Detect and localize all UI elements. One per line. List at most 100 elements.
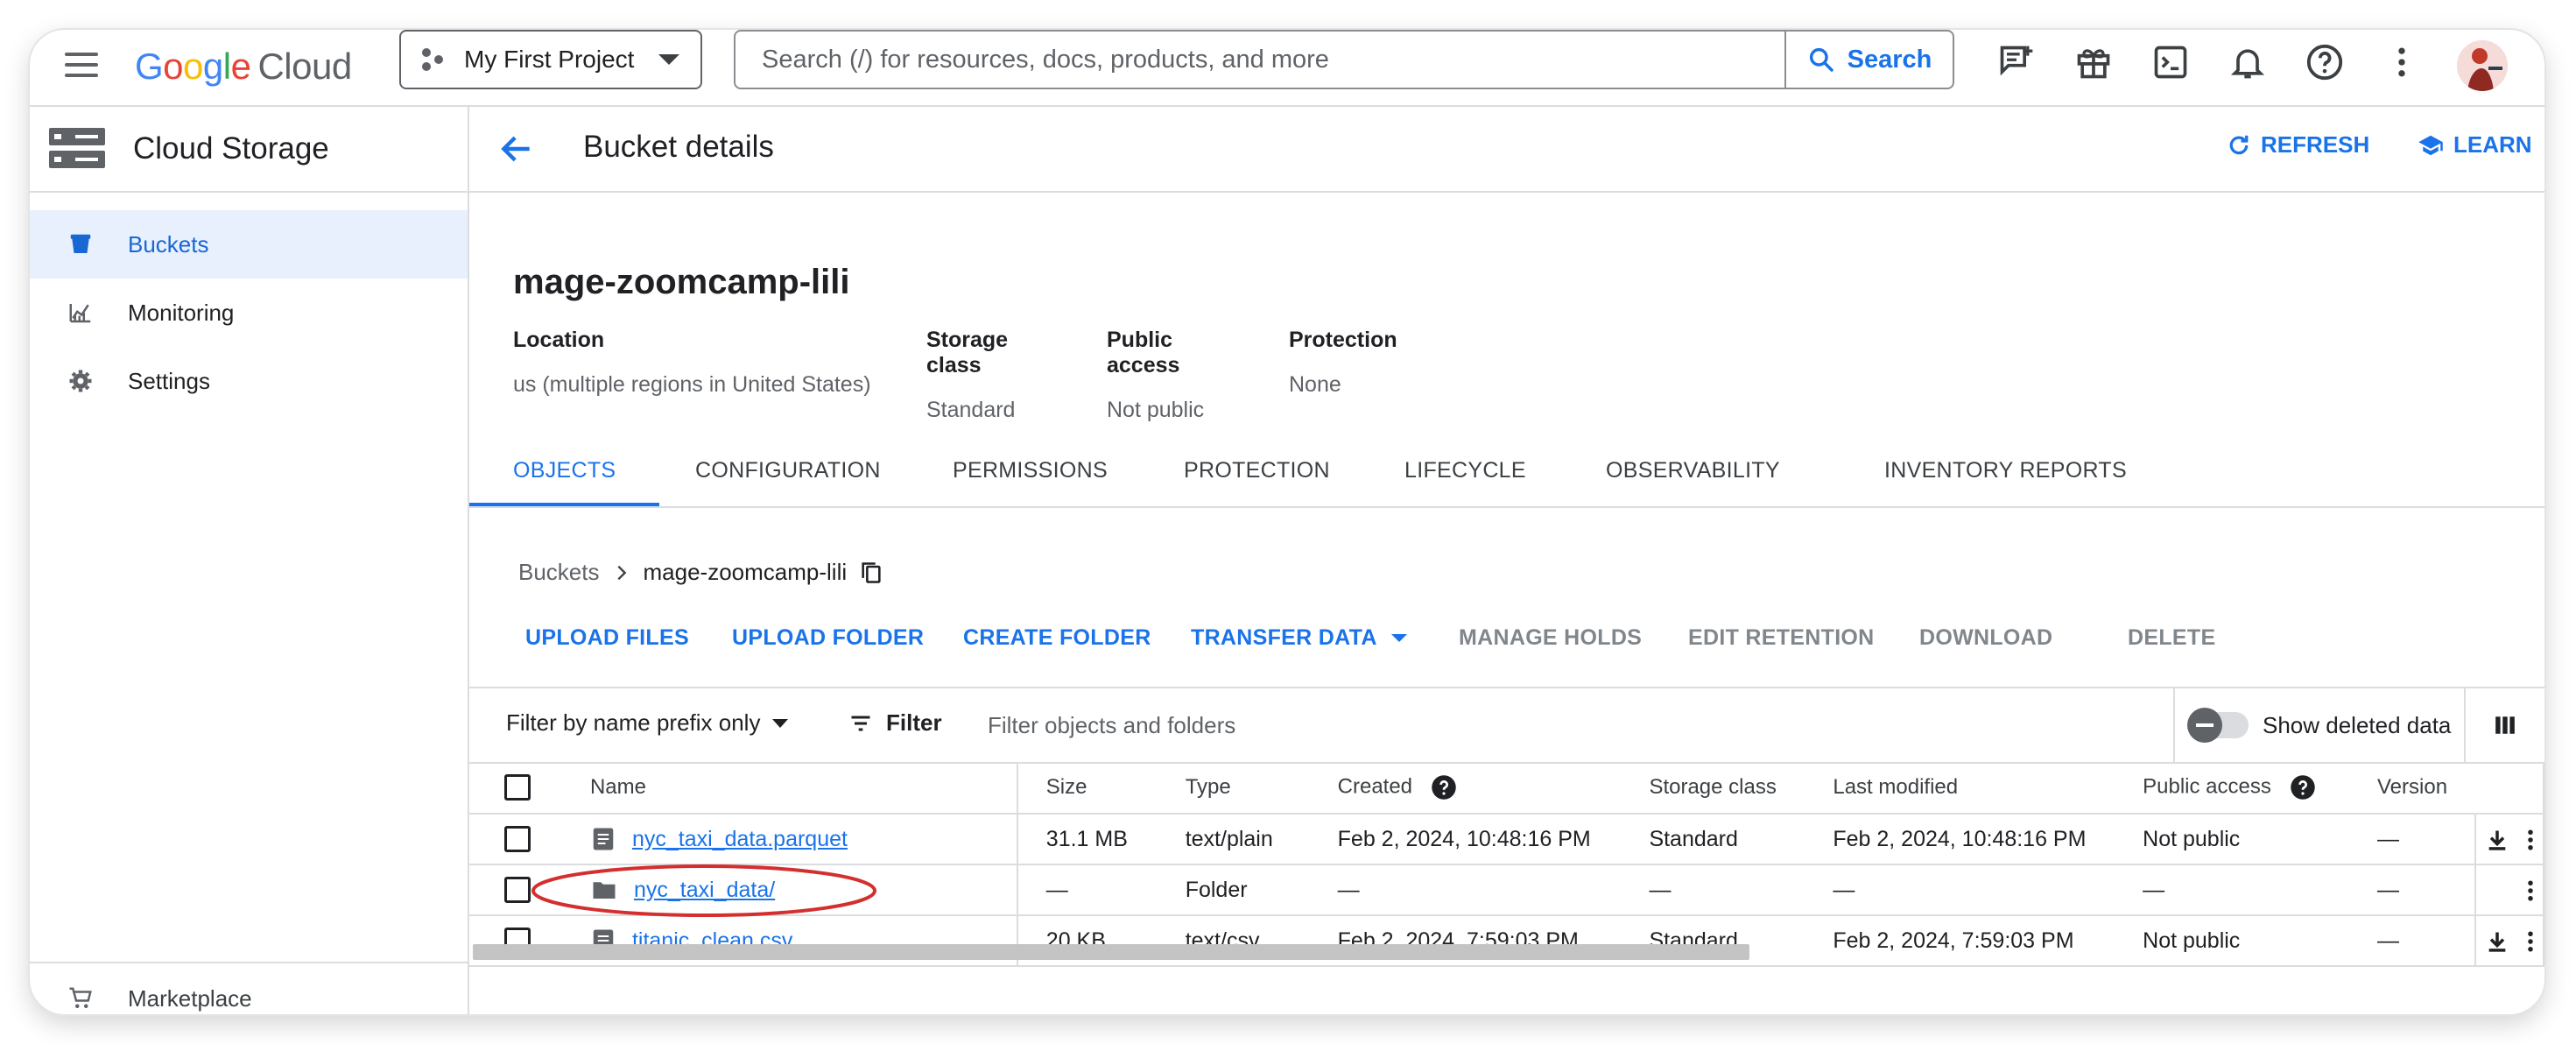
column-header-size[interactable]: Size — [1018, 775, 1087, 799]
filter-mode-label: Filter by name prefix only — [506, 709, 761, 736]
row-actions — [2476, 916, 2544, 967]
sidebar-item-marketplace[interactable]: Marketplace — [30, 962, 468, 1014]
search-icon — [1809, 47, 1833, 72]
search-button-label: Search — [1847, 45, 1932, 74]
sidebar-item-settings[interactable]: Settings — [30, 347, 468, 415]
gift-icon[interactable] — [2068, 37, 2119, 88]
filter-icon — [851, 715, 870, 731]
browser-window: Google Cloud My First Project Search (/)… — [30, 30, 2544, 1014]
horizontal-scrollbar[interactable] — [473, 944, 1749, 960]
search-button[interactable]: Search — [1784, 32, 1953, 88]
filter-bar: Filter by name prefix only Filter Show d… — [469, 687, 2544, 764]
tab-protection[interactable]: PROTECTION — [1184, 436, 1330, 504]
more-vert-icon[interactable] — [2376, 37, 2427, 88]
refresh-label: REFRESH — [2261, 131, 2370, 158]
help-icon[interactable] — [2290, 774, 2316, 801]
tab-configuration[interactable]: CONFIGURATION — [695, 436, 881, 504]
column-header-created[interactable]: Created — [1338, 774, 1412, 798]
cell-public-access: Not public — [2143, 814, 2377, 865]
logo-letter: o — [163, 46, 184, 87]
download-icon[interactable] — [2485, 928, 2509, 955]
logo-letter: l — [222, 46, 231, 87]
table-row: nyc_taxi_data.parquet 31.1 MB text/plain… — [469, 814, 2544, 865]
property-protection: Protection None — [1289, 328, 1397, 423]
download-button[interactable]: DOWNLOAD — [1919, 625, 2052, 651]
row-checkbox[interactable] — [504, 877, 531, 903]
file-icon — [593, 828, 614, 850]
terminal-icon[interactable] — [2145, 37, 2196, 88]
row-actions — [2476, 815, 2544, 865]
cell-size: — — [1045, 877, 1068, 902]
tab-objects[interactable]: OBJECTS — [468, 436, 660, 506]
main-menu-button[interactable] — [65, 53, 100, 81]
sidebar-item-monitoring[interactable]: Monitoring — [30, 279, 468, 347]
column-header-type[interactable]: Type — [1186, 775, 1231, 799]
select-all-checkbox[interactable] — [504, 774, 531, 801]
account-avatar[interactable] — [2457, 40, 2508, 91]
cell-type: Folder — [1185, 864, 1338, 916]
feedback-icon[interactable] — [1991, 37, 2042, 88]
actions-toolbar: UPLOAD FILES UPLOAD FOLDER CREATE FOLDER… — [469, 615, 2544, 676]
upload-files-button[interactable]: UPLOAD FILES — [525, 625, 689, 651]
annotation-ellipse — [531, 864, 876, 917]
learn-button[interactable]: LEARN — [2417, 131, 2532, 159]
main-content: Bucket details REFRESH LEARN mage-zoomca… — [468, 107, 2544, 1014]
cell-created: — — [1337, 864, 1650, 916]
edit-retention-button[interactable]: EDIT RETENTION — [1688, 625, 1875, 651]
property-value: Standard — [926, 398, 1016, 422]
copy-icon[interactable] — [859, 560, 883, 586]
more-vert-icon[interactable] — [2522, 878, 2539, 904]
help-icon[interactable] — [2299, 37, 2350, 88]
column-display-button[interactable] — [2464, 688, 2544, 762]
logo-letter: e — [230, 46, 251, 87]
column-header-public-access[interactable]: Public access — [2143, 774, 2271, 798]
caret-down-icon — [772, 718, 789, 728]
search-input[interactable] — [735, 32, 1760, 88]
breadcrumb-buckets[interactable]: Buckets — [518, 559, 600, 586]
bucket-icon — [61, 231, 100, 257]
filter-button[interactable]: Filter — [848, 709, 942, 737]
cell-public-access: — — [2143, 864, 2377, 916]
filter-label: Filter — [886, 709, 942, 736]
sidebar-item-label: Buckets — [128, 230, 209, 257]
property-key: Protection — [1289, 328, 1397, 352]
google-cloud-logo[interactable]: Google Cloud — [135, 40, 352, 93]
create-folder-button[interactable]: CREATE FOLDER — [963, 625, 1151, 651]
transfer-data-button[interactable]: TRANSFER DATA — [1191, 625, 1407, 651]
column-header-last-modified[interactable]: Last modified — [1833, 775, 1958, 799]
more-vert-icon[interactable] — [2522, 827, 2539, 853]
tab-lifecycle[interactable]: LIFECYCLE — [1404, 436, 1526, 504]
tab-permissions[interactable]: PERMISSIONS — [953, 436, 1108, 504]
column-header-name[interactable]: Name — [578, 775, 646, 799]
more-vert-icon[interactable] — [2522, 928, 2539, 955]
download-icon[interactable] — [2485, 827, 2509, 853]
property-key: Public access — [1107, 328, 1180, 377]
bell-icon[interactable] — [2222, 37, 2273, 88]
logo-cloud-text: Cloud — [257, 46, 352, 87]
cell-last-modified: Feb 2, 2024, 7:59:03 PM — [1833, 915, 2143, 967]
manage-holds-button[interactable]: MANAGE HOLDS — [1459, 625, 1642, 651]
project-icon — [422, 48, 445, 71]
filter-input[interactable] — [986, 702, 1953, 748]
column-header-version[interactable]: Version — [2377, 775, 2447, 799]
tab-observability[interactable]: OBSERVABILITY — [1606, 436, 1780, 504]
sidebar-item-buckets[interactable]: Buckets — [30, 210, 468, 279]
filter-mode-dropdown[interactable]: Filter by name prefix only — [506, 709, 789, 737]
row-checkbox[interactable] — [504, 826, 531, 852]
help-icon[interactable] — [1431, 774, 1457, 801]
show-deleted-toggle[interactable] — [2187, 708, 2249, 743]
column-header-storage-class[interactable]: Storage class — [1649, 775, 1776, 799]
project-picker[interactable]: My First Project — [399, 30, 702, 89]
back-arrow-icon[interactable] — [497, 130, 536, 168]
caret-down-icon — [658, 54, 679, 65]
cell-created: Feb 2, 2024, 10:48:16 PM — [1337, 814, 1650, 865]
upload-folder-button[interactable]: UPLOAD FOLDER — [732, 625, 924, 651]
breadcrumb: Buckets mage-zoomcamp-lili — [518, 559, 883, 586]
object-link[interactable]: nyc_taxi_data.parquet — [632, 827, 848, 852]
refresh-button[interactable]: REFRESH — [2226, 131, 2369, 159]
property-value: us (multiple regions in United States) — [513, 372, 871, 397]
delete-button[interactable]: DELETE — [2128, 625, 2215, 651]
learn-label: LEARN — [2453, 131, 2532, 158]
project-name: My First Project — [464, 46, 635, 73]
tab-inventory-reports[interactable]: INVENTORY REPORTS — [1884, 436, 2127, 504]
